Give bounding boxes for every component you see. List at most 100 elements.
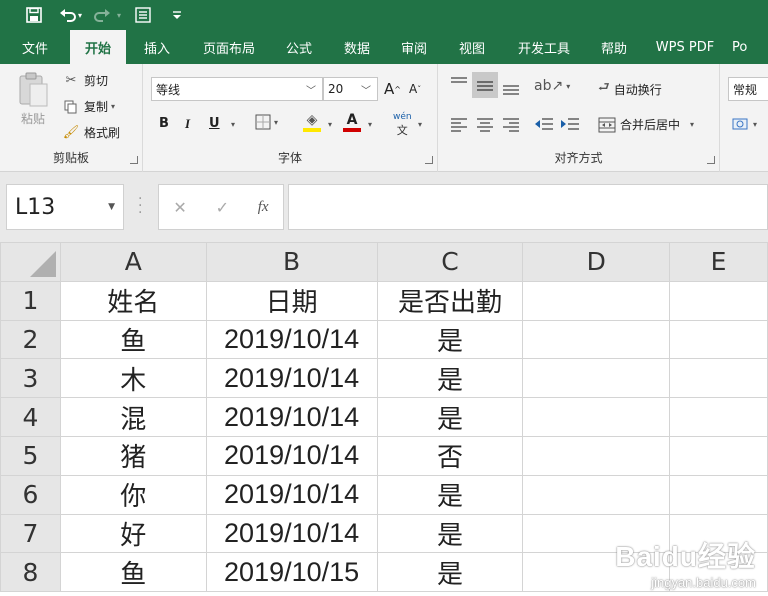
font-name-select[interactable]: 等线 ﹀ [151,77,323,101]
cell-c2[interactable]: 是 [376,319,524,360]
tab-wps-pdf[interactable]: WPS PDF [642,30,728,64]
cell-b4[interactable]: 2019/10/14 [205,397,378,437]
number-format-select[interactable]: 常规 [728,77,768,101]
copy-button[interactable]: 复制 ▾ [62,98,115,115]
tab-review[interactable]: 审阅 [386,30,442,64]
enter-icon[interactable]: ✓ [216,198,229,217]
cell-a5[interactable]: 猪 [59,435,207,476]
row-header[interactable]: 2 [0,319,61,360]
underline-dropdown-icon[interactable]: ▾ [231,120,235,129]
font-color-button[interactable]: A [343,112,361,132]
phonetic-dropdown-icon[interactable]: ▾ [418,120,422,129]
column-header-d[interactable]: D [522,242,671,282]
merge-center-button[interactable]: 合并后居中 ▾ [598,116,694,133]
tab-power-pivot[interactable]: Po [728,30,768,64]
cell-e2[interactable] [669,319,768,360]
cell-c5[interactable]: 否 [376,435,524,476]
bold-button[interactable]: B [159,116,169,131]
cell-b1[interactable]: 日期 [205,280,378,321]
copy-dropdown-icon[interactable]: ▾ [111,102,115,111]
increase-indent-button[interactable] [560,116,580,132]
format-painter-button[interactable]: 🖌 格式刷 [62,124,120,141]
align-middle-button[interactable] [472,72,498,98]
align-center-button[interactable] [476,116,494,132]
font-color-dropdown-icon[interactable]: ▾ [368,120,372,129]
tab-file[interactable]: 文件 [0,30,70,64]
cell-b3[interactable]: 2019/10/14 [205,358,378,399]
name-box[interactable]: L13 ▼ [6,184,124,230]
accounting-format-button[interactable]: ▾ [732,116,757,132]
cell-d5[interactable] [522,435,671,476]
splitter-icon[interactable]: · · · [138,192,142,220]
cell-a6[interactable]: 你 [59,474,207,515]
font-launcher-icon[interactable] [425,156,433,164]
tab-insert[interactable]: 插入 [126,30,188,64]
paste-button[interactable]: 粘贴 [16,72,50,127]
save-icon[interactable] [22,4,46,26]
cell-e1[interactable] [669,280,768,321]
wrap-text-button[interactable]: ⮐ 自动换行 [598,78,662,100]
row-header[interactable]: 1 [0,280,61,321]
cell-e3[interactable] [669,358,768,399]
tab-developer[interactable]: 开发工具 [502,30,586,64]
cell-c8[interactable]: 是 [376,552,524,593]
tab-page-layout[interactable]: 页面布局 [188,30,270,64]
fill-color-button[interactable]: ◈ [303,112,321,132]
cell-d6[interactable] [522,474,671,515]
cell-d3[interactable] [522,358,671,399]
align-bottom-button[interactable] [502,80,520,96]
cell-b8[interactable]: 2019/10/15 [205,552,378,593]
cell-e6[interactable] [669,474,768,515]
column-header-a[interactable]: A [59,242,207,282]
align-left-button[interactable] [450,116,468,132]
phonetic-button[interactable]: wén 文 [393,112,412,138]
cell-c4[interactable]: 是 [376,397,524,437]
cell-a4[interactable]: 混 [59,397,207,437]
cell-e5[interactable] [669,435,768,476]
cell-a1[interactable]: 姓名 [59,280,207,321]
insert-function-icon[interactable]: fx [258,199,269,216]
merge-dropdown-icon[interactable]: ▾ [690,120,694,129]
column-header-e[interactable]: E [669,242,768,282]
shrink-font-button[interactable]: Aˇ [409,82,421,96]
cell-b2[interactable]: 2019/10/14 [205,319,378,360]
align-top-button[interactable] [450,76,468,92]
customize-icon[interactable] [165,4,189,26]
select-all-corner[interactable] [0,242,61,282]
decrease-indent-button[interactable] [534,116,554,132]
tab-data[interactable]: 数据 [328,30,386,64]
cell-b7[interactable]: 2019/10/14 [205,513,378,554]
italic-button[interactable]: I [185,116,190,132]
row-header[interactable]: 7 [0,513,61,554]
borders-button[interactable]: ▾ [255,114,278,130]
align-right-button[interactable] [502,116,520,132]
cell-a2[interactable]: 鱼 [59,319,207,360]
row-header[interactable]: 4 [0,397,61,437]
tab-help[interactable]: 帮助 [586,30,642,64]
cell-c6[interactable]: 是 [376,474,524,515]
tab-home[interactable]: 开始 [70,30,126,64]
fill-dropdown-icon[interactable]: ▾ [328,120,332,129]
grow-font-button[interactable]: A ^ [384,80,401,98]
tab-view[interactable]: 视图 [442,30,502,64]
underline-button[interactable]: U [209,116,220,131]
formula-input[interactable] [288,184,768,230]
column-header-c[interactable]: C [376,242,524,282]
alignment-launcher-icon[interactable] [707,156,715,164]
row-header[interactable]: 8 [0,552,61,593]
cell-a3[interactable]: 木 [59,358,207,399]
name-box-dropdown-icon[interactable]: ▼ [108,202,115,212]
tab-formulas[interactable]: 公式 [270,30,328,64]
cancel-icon[interactable]: ✕ [173,198,186,217]
cell-d4[interactable] [522,397,671,437]
cell-d2[interactable] [522,319,671,360]
form-icon[interactable] [131,4,155,26]
cell-d1[interactable] [522,280,671,321]
cell-e4[interactable] [669,397,768,437]
cell-b6[interactable]: 2019/10/14 [205,474,378,515]
cut-button[interactable]: ✂ 剪切 [62,72,108,89]
row-header[interactable]: 5 [0,435,61,476]
undo-icon[interactable] [56,4,80,26]
cell-c3[interactable]: 是 [376,358,524,399]
cell-a7[interactable]: 好 [59,513,207,554]
